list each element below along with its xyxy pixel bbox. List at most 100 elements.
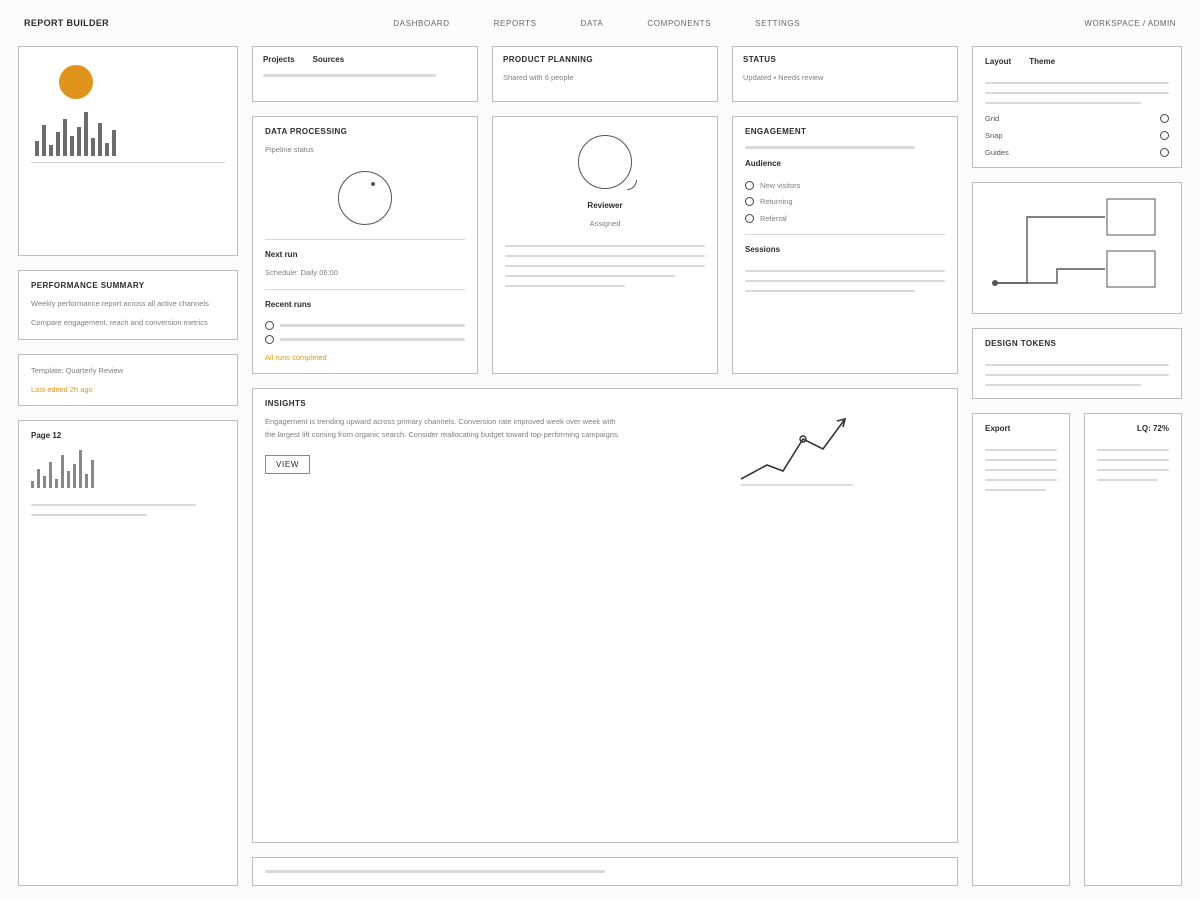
layout-panel[interactable]: Layout Theme Grid Snap Guides [972,46,1182,168]
mid-main-row: Data Processing Pipeline status Next run… [252,116,958,374]
group-title: Product Planning [503,55,707,64]
overview-card[interactable] [18,46,238,256]
performance-title: Performance Summary [31,281,225,290]
template-edited: Last edited 2h ago [31,384,225,395]
bar [77,127,81,156]
toggle-icon[interactable] [1160,114,1169,123]
engagement-b1: New visitors [760,180,800,191]
engagement-title: Engagement [745,127,945,136]
bar [79,450,82,488]
trendline-icon [737,409,857,489]
score-title: LQ: 72% [1097,424,1169,433]
tabs-card: Projects Sources [252,46,478,102]
mid-footer-strip [252,857,958,886]
overview-visual [31,57,225,163]
bar [67,471,70,488]
opt-guides[interactable]: Guides [985,148,1009,157]
template-note-card[interactable]: Template: Quarterly Review Last edited 2… [18,354,238,407]
processing-subtitle: Pipeline status [265,144,465,155]
gauge-icon [338,171,392,225]
processing-listnote: All runs completed [265,352,465,363]
export-lines [985,447,1057,493]
engagement-b2: Returning [760,196,793,207]
template-name: Template: Quarterly Review [31,365,225,376]
tab-sources[interactable]: Sources [313,55,345,64]
bar [85,474,88,488]
bar [31,481,34,488]
score-lines [1097,447,1169,483]
sparkline-bars [31,448,225,488]
score-card[interactable]: LQ: 72% [1084,413,1182,886]
bar [98,123,102,156]
performance-summary-card[interactable]: Performance Summary Weekly performance r… [18,270,238,340]
bar [42,125,46,156]
flow-diagram-card[interactable] [972,182,1182,314]
tab-projects[interactable]: Projects [263,55,295,64]
nav-item-data[interactable]: Data [581,19,604,28]
tokens-title: Design Tokens [985,339,1169,348]
export-row: Export LQ: 72% [972,413,1182,886]
sparkline-card[interactable]: Page 12 [18,420,238,886]
nav-item-dashboard[interactable]: Dashboard [393,19,449,28]
reviewer-caption: Reviewer [505,201,705,210]
reviewer-subcaption: Assigned [505,218,705,229]
tab-layout[interactable]: Layout [985,57,1011,66]
bullet-icon [745,214,754,223]
export-card[interactable]: Export [972,413,1070,886]
top-nav: Report Builder Dashboard Reports Data Co… [18,14,1182,38]
growth-illustration [648,399,945,489]
processing-card[interactable]: Data Processing Pipeline status Next run… [252,116,478,374]
bar [91,460,94,489]
middle-column: Projects Sources Product Planning Shared… [252,46,958,886]
tokens-card[interactable]: Design Tokens [972,328,1182,399]
sun-icon [59,65,93,99]
bar [35,141,39,156]
main-grid: Performance Summary Weekly performance r… [18,46,1182,886]
tabs-placeholder [263,74,436,77]
toggle-icon[interactable] [1160,148,1169,157]
bar [43,476,46,488]
engagement-card[interactable]: Engagement Audience New visitors Returni… [732,116,958,374]
brand-label: Report Builder [24,18,109,28]
workspace-label[interactable]: Workspace / Admin [1084,19,1176,28]
engagement-h2: Sessions [745,245,945,254]
nav-items: Dashboard Reports Data Components Settin… [149,19,1044,28]
reviewer-lines [505,243,705,289]
performance-line2: Compare engagement, reach and conversion… [31,317,225,328]
bar [49,462,52,488]
insights-body: Engagement is trending upward across pri… [265,416,628,442]
group-card[interactable]: Product Planning Shared with 6 people [492,46,718,102]
engagement-bullets: New visitors Returning Referral [745,180,945,224]
opt-snap[interactable]: Snap [985,131,1003,140]
performance-line1: Weekly performance report across all act… [31,298,225,309]
opt-grid[interactable]: Grid [985,114,999,123]
insights-view-button[interactable]: View [265,455,310,474]
nav-item-settings[interactable]: Settings [755,19,800,28]
bar [37,469,40,488]
status-title: Status [743,55,947,64]
divider-2 [265,289,465,290]
right-column: Layout Theme Grid Snap Guides [972,46,1182,886]
bar [70,136,74,156]
bar [61,455,64,488]
processing-schedule: Schedule: Daily 06:00 [265,267,465,278]
bar [73,464,76,488]
processing-title: Data Processing [265,127,465,136]
bar [63,119,67,156]
toggle-icon[interactable] [1160,131,1169,140]
nav-item-reports[interactable]: Reports [494,19,537,28]
sparkline-placeholder-lines [31,502,225,518]
left-column: Performance Summary Weekly performance r… [18,46,238,886]
reviewer-card[interactable]: Reviewer Assigned [492,116,718,374]
insights-left: Insights Engagement is trending upward a… [265,399,628,832]
bullet-icon [745,197,754,206]
insights-card[interactable]: Insights Engagement is trending upward a… [252,388,958,843]
bar [91,138,95,156]
tab-theme[interactable]: Theme [1029,57,1055,66]
bar [56,132,60,156]
processing-listhead: Recent runs [265,300,465,309]
mid-header-row: Projects Sources Product Planning Shared… [252,46,958,102]
processing-nextrun-label: Next run [265,250,465,259]
nav-item-components[interactable]: Components [647,19,711,28]
status-card[interactable]: Status Updated • Needs review [732,46,958,102]
